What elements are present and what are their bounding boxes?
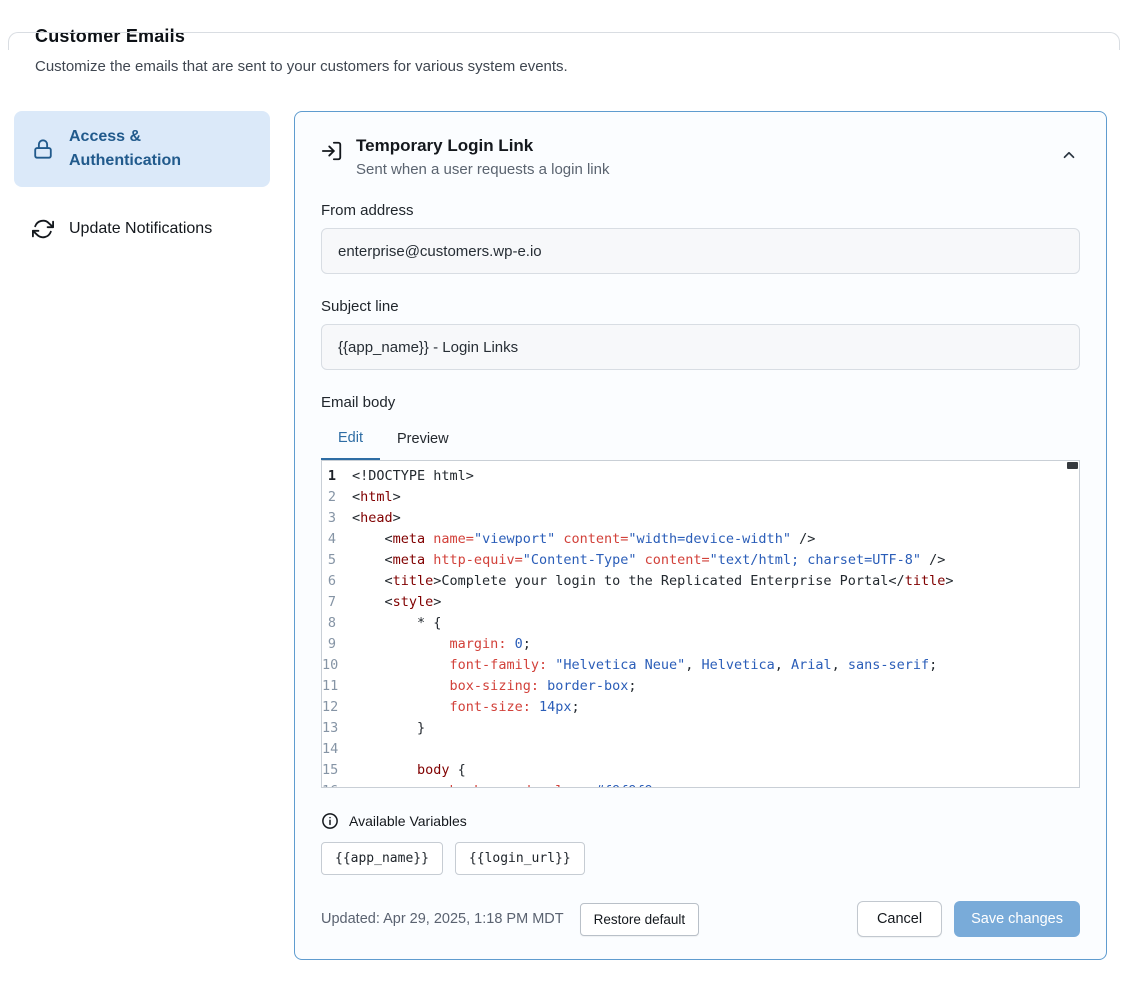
panel-title: Temporary Login Link <box>356 136 609 156</box>
code-line[interactable]: 5 <meta http-equiv="Content-Type" conten… <box>322 550 1079 571</box>
panel-footer: Updated: Apr 29, 2025, 1:18 PM MDT Resto… <box>321 901 1080 937</box>
code-line-content: <!DOCTYPE html> <box>352 466 474 487</box>
tab-preview[interactable]: Preview <box>380 420 466 460</box>
code-line[interactable]: 14 <box>322 739 1079 760</box>
line-number: 1 <box>322 466 352 487</box>
code-line[interactable]: 8 * { <box>322 613 1079 634</box>
code-line-content: font-size: 14px; <box>352 697 580 718</box>
save-changes-button[interactable]: Save changes <box>954 901 1080 937</box>
line-number: 15 <box>322 760 352 781</box>
variable-chip-login-url[interactable]: {{login_url}} <box>455 842 585 875</box>
panel-header: Temporary Login Link Sent when a user re… <box>321 136 1080 178</box>
sync-icon <box>32 218 54 240</box>
restore-default-button[interactable]: Restore default <box>580 903 700 936</box>
code-line[interactable]: 7 <style> <box>322 592 1079 613</box>
code-line-content: font-family: "Helvetica Neue", Helvetica… <box>352 655 937 676</box>
code-line-content: <style> <box>352 592 441 613</box>
code-line-content: <title>Complete your login to the Replic… <box>352 571 953 592</box>
code-line[interactable]: 15 body { <box>322 760 1079 781</box>
code-line-content: margin: 0; <box>352 634 531 655</box>
code-line[interactable]: 16 background-color: #f9f9f9; <box>322 781 1079 788</box>
code-line[interactable]: 1<!DOCTYPE html> <box>322 466 1079 487</box>
code-line[interactable]: 10 font-family: "Helvetica Neue", Helvet… <box>322 655 1079 676</box>
editor-tabs: Edit Preview <box>321 420 1080 460</box>
subject-line-input[interactable] <box>321 324 1080 370</box>
line-number: 10 <box>322 655 352 676</box>
code-line[interactable]: 3<head> <box>322 508 1079 529</box>
code-line-content: box-sizing: border-box; <box>352 676 637 697</box>
code-editor[interactable]: 1<!DOCTYPE html>2<html>3<head>4 <meta na… <box>321 460 1080 788</box>
code-line[interactable]: 12 font-size: 14px; <box>322 697 1079 718</box>
variable-chips: {{app_name}} {{login_url}} <box>321 842 1080 875</box>
line-number: 5 <box>322 550 352 571</box>
code-line[interactable]: 9 margin: 0; <box>322 634 1079 655</box>
line-number: 2 <box>322 487 352 508</box>
code-line-content: <head> <box>352 508 401 529</box>
panel-titles: Temporary Login Link Sent when a user re… <box>356 136 609 178</box>
page-subtitle: Customize the emails that are sent to yo… <box>35 58 1128 75</box>
sidebar-item-label: Update Notifications <box>69 217 212 241</box>
code-line[interactable]: 2<html> <box>322 487 1079 508</box>
email-body-label: Email body <box>321 394 1080 411</box>
code-line-content: <meta name="viewport" content="width=dev… <box>352 529 815 550</box>
panel-subtitle: Sent when a user requests a login link <box>356 161 609 178</box>
line-number: 13 <box>322 718 352 739</box>
code-line[interactable]: 13 } <box>322 718 1079 739</box>
line-number: 16 <box>322 781 352 788</box>
main-layout: Access & Authentication Update Notificat… <box>14 111 1107 960</box>
code-line-content: <meta http-equiv="Content-Type" content=… <box>352 550 945 571</box>
code-line-content: background-color: #f9f9f9; <box>352 781 661 788</box>
line-number: 9 <box>322 634 352 655</box>
login-icon <box>321 140 343 162</box>
cancel-button[interactable]: Cancel <box>857 901 942 937</box>
line-number: 12 <box>322 697 352 718</box>
code-line[interactable]: 11 box-sizing: border-box; <box>322 676 1079 697</box>
sidebar-item-update-notifications[interactable]: Update Notifications <box>14 203 270 255</box>
lock-icon <box>32 138 54 160</box>
line-number: 4 <box>322 529 352 550</box>
line-number: 3 <box>322 508 352 529</box>
collapse-button[interactable] <box>1056 142 1082 168</box>
top-divider <box>8 32 1120 50</box>
available-variables-row: Available Variables <box>321 812 1080 830</box>
available-variables-label: Available Variables <box>349 813 467 829</box>
code-editor-lines: 1<!DOCTYPE html>2<html>3<head>4 <meta na… <box>322 466 1079 788</box>
code-line-content: * { <box>352 613 441 634</box>
subject-line-label: Subject line <box>321 298 1080 315</box>
from-address-label: From address <box>321 202 1080 219</box>
sidebar: Access & Authentication Update Notificat… <box>14 111 270 255</box>
code-line[interactable]: 6 <title>Complete your login to the Repl… <box>322 571 1079 592</box>
code-line[interactable]: 4 <meta name="viewport" content="width=d… <box>322 529 1079 550</box>
line-number: 11 <box>322 676 352 697</box>
variable-chip-app-name[interactable]: {{app_name}} <box>321 842 443 875</box>
email-settings-card: Temporary Login Link Sent when a user re… <box>294 111 1107 960</box>
line-number: 14 <box>322 739 352 760</box>
line-number: 6 <box>322 571 352 592</box>
from-address-input[interactable] <box>321 228 1080 274</box>
code-line-content: body { <box>352 760 466 781</box>
tab-edit[interactable]: Edit <box>321 420 380 460</box>
line-number: 7 <box>322 592 352 613</box>
info-icon <box>321 812 339 830</box>
code-line-content: } <box>352 718 425 739</box>
updated-timestamp: Updated: Apr 29, 2025, 1:18 PM MDT <box>321 911 564 927</box>
chevron-up-icon <box>1060 146 1078 164</box>
code-line-content: <html> <box>352 487 401 508</box>
sidebar-item-access-authentication[interactable]: Access & Authentication <box>14 111 270 187</box>
line-number: 8 <box>322 613 352 634</box>
sidebar-item-label: Access & Authentication <box>69 125 254 173</box>
editor-scrollbar-thumb[interactable] <box>1067 462 1078 469</box>
